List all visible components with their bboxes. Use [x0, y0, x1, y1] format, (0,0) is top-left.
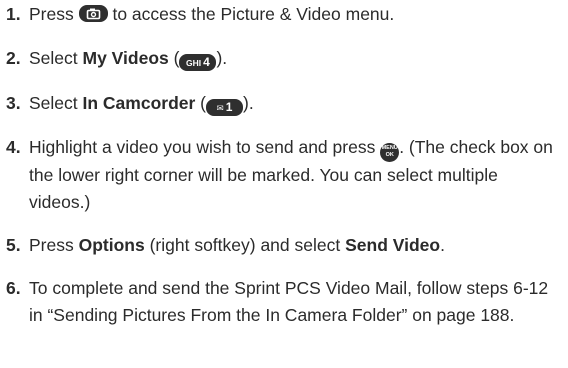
camera-key-icon [78, 5, 108, 22]
step-number: 1. [6, 4, 21, 24]
step-5: 5. Press Options (right softkey) and sel… [6, 232, 562, 259]
step-6: 6. To complete and send the Sprint PCS V… [6, 275, 562, 329]
step-text: Press to access the Picture & Video menu… [29, 4, 395, 24]
mail-1-key-icon: ✉ 1 [206, 99, 244, 116]
step-text: Press Options (right softkey) and select… [29, 235, 445, 255]
step-text: Select My Videos (GHI 4). [29, 48, 228, 71]
step-3: 3. Select In Camcorder (✉ 1). [6, 90, 562, 117]
step-number: 2. [6, 48, 21, 68]
step-text: Select In Camcorder (✉ 1). [29, 93, 254, 116]
step-number: 5. [6, 235, 21, 255]
step-2: 2. Select My Videos (GHI 4). [6, 45, 562, 72]
document-page: 1. Press to access the Picture & Video m… [0, 0, 568, 368]
step-number: 4. [6, 137, 21, 157]
step-1: 1. Press to access the Picture & Video m… [6, 1, 562, 28]
step-number: 3. [6, 93, 21, 113]
step-4: 4. Highlight a video you wish to send an… [6, 134, 562, 216]
step-text: To complete and send the Sprint PCS Vide… [29, 278, 549, 325]
step-text: Highlight a video you wish to send and p… [29, 137, 553, 212]
ghi-4-key-icon: GHI 4 [179, 54, 217, 71]
step-number: 6. [6, 278, 21, 298]
menu-ok-key-icon: MENU OK [380, 143, 400, 162]
